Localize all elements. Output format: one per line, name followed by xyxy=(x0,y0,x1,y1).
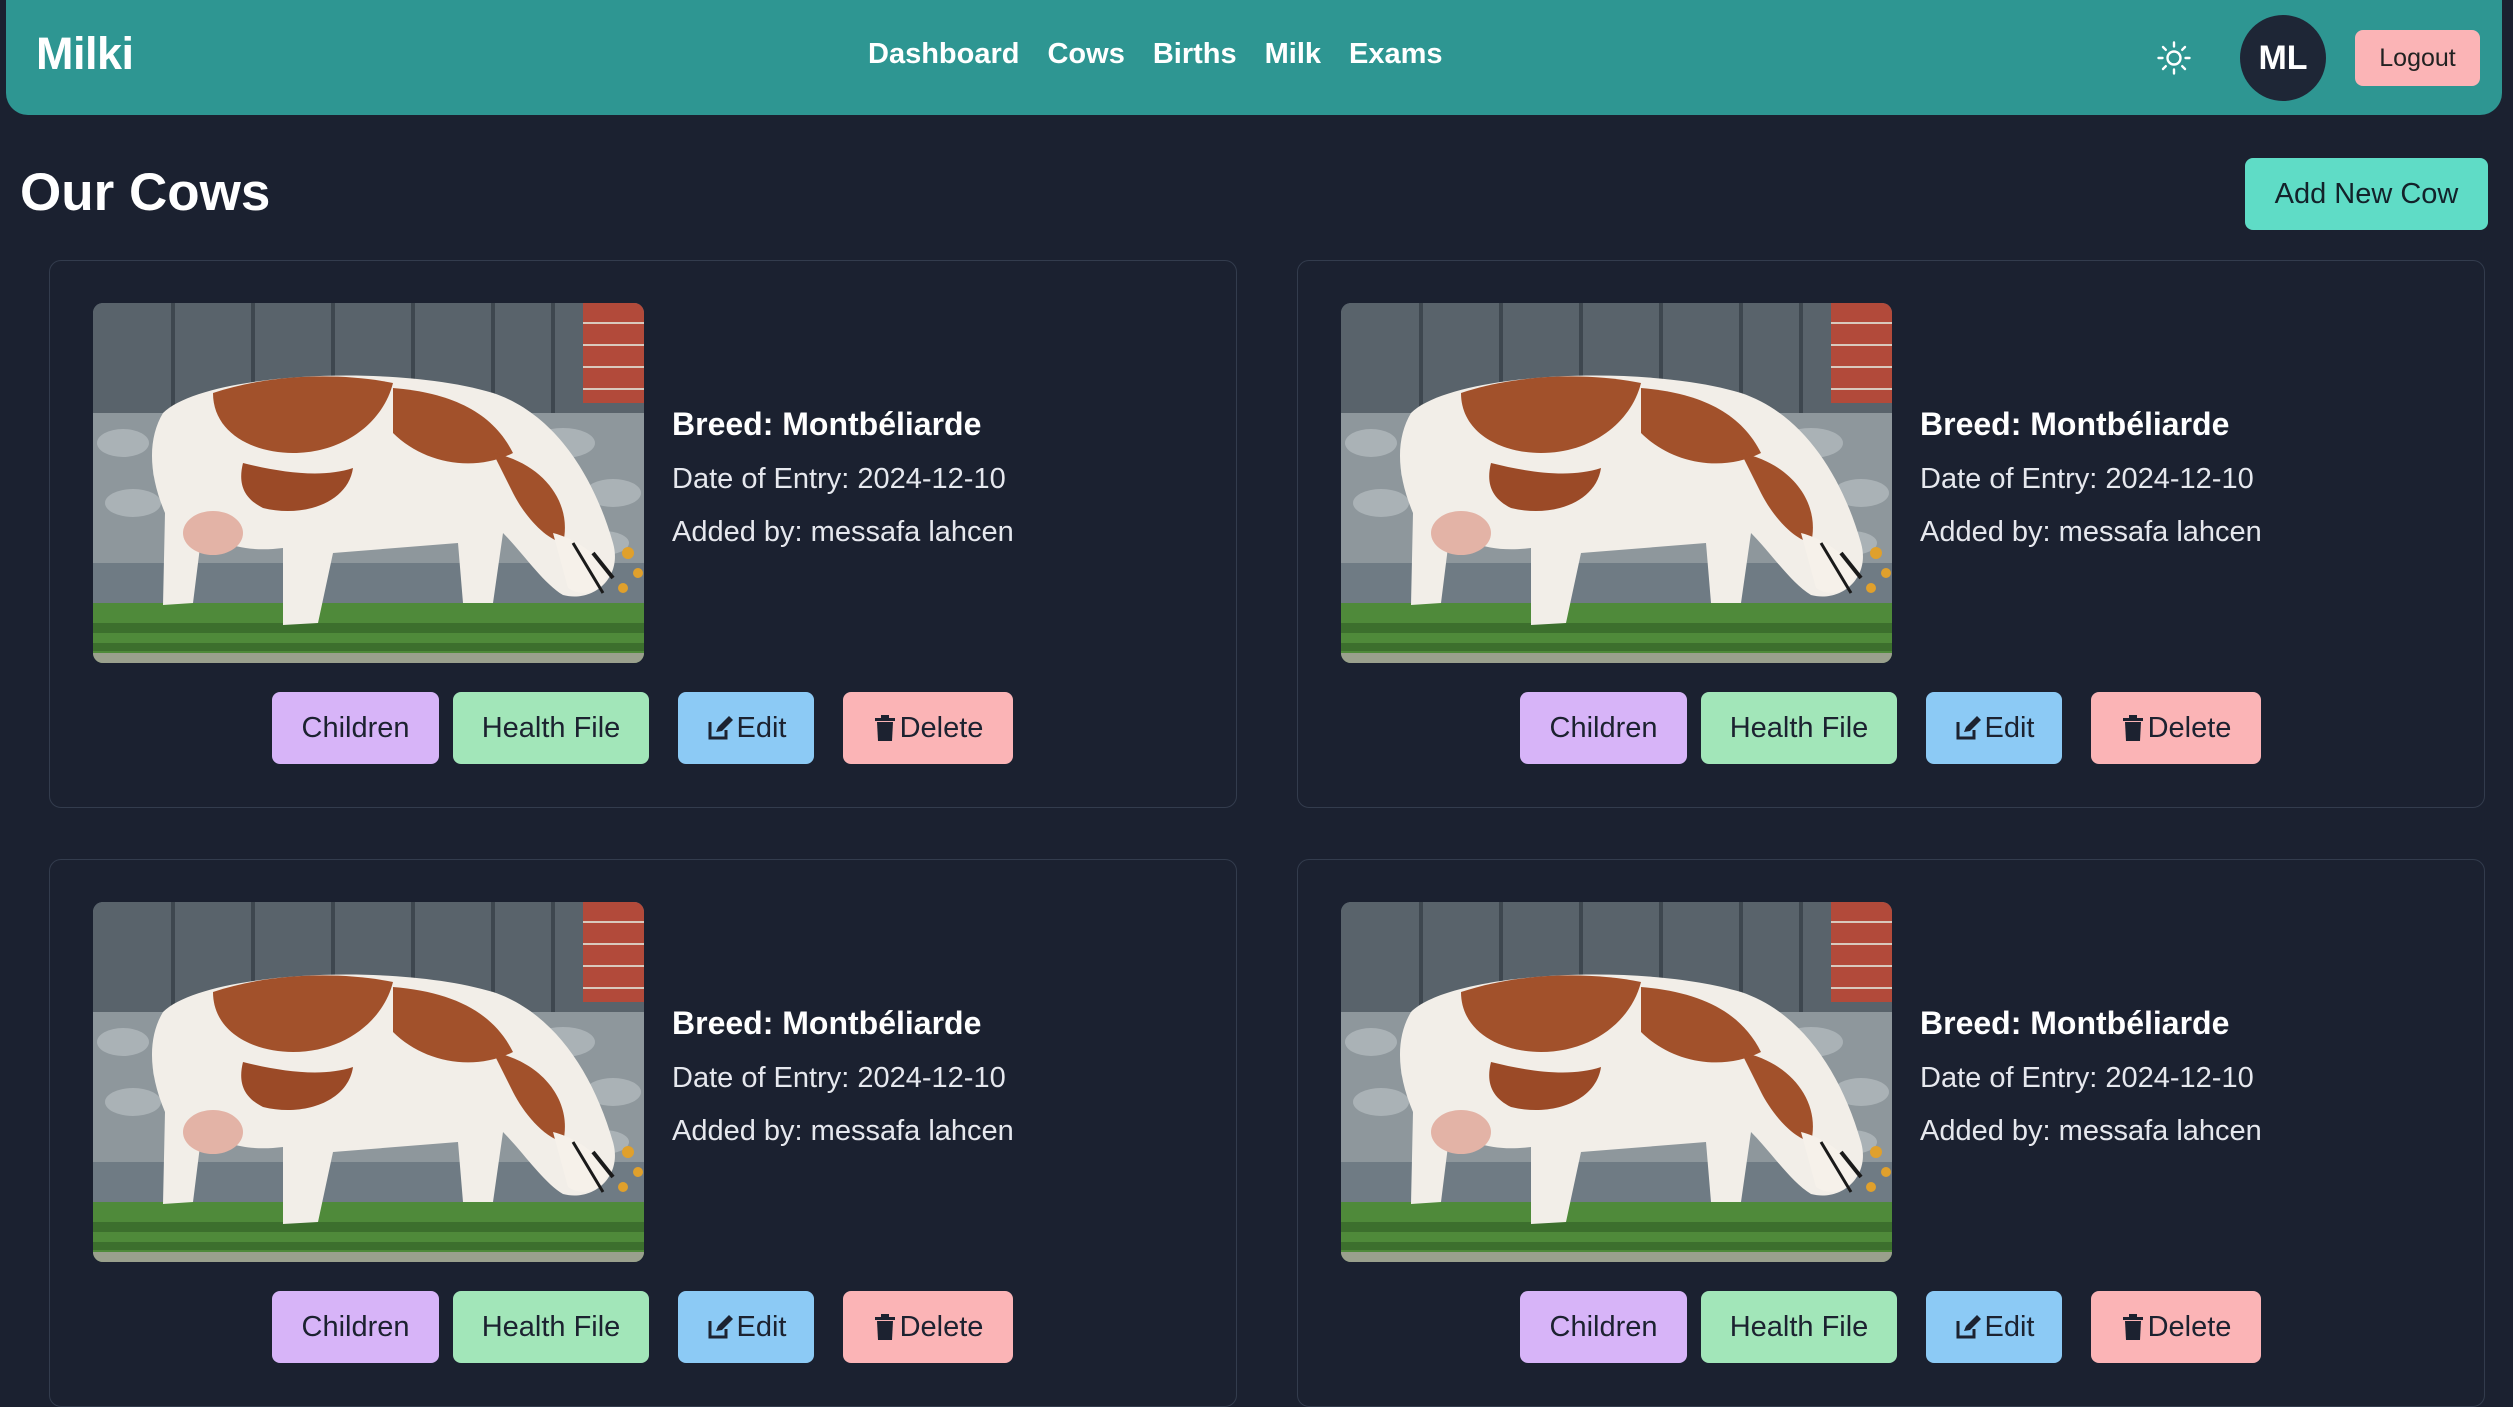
edit-icon xyxy=(708,716,733,740)
cow-entry-date: Date of Entry: 2024-12-10 xyxy=(672,463,1006,495)
health-file-button[interactable]: Health File xyxy=(453,692,649,764)
cow-entry-date: Date of Entry: 2024-12-10 xyxy=(672,1062,1006,1094)
cow-breed: Breed: Montbéliarde xyxy=(1920,406,2230,442)
cow-added-by: Added by: messafa lahcen xyxy=(672,1115,1014,1147)
health-file-button[interactable]: Health File xyxy=(453,1291,649,1363)
edit-label: Edit xyxy=(736,711,787,744)
cow-card: Breed: Montbéliarde Date of Entry: 2024-… xyxy=(49,859,1237,1407)
edit-button[interactable]: Edit xyxy=(678,1291,814,1363)
children-button[interactable]: Children xyxy=(1520,692,1687,764)
health-file-button[interactable]: Health File xyxy=(1701,692,1897,764)
trash-icon xyxy=(874,1314,895,1340)
edit-label: Edit xyxy=(1984,711,2035,744)
delete-button[interactable]: Delete xyxy=(843,1291,1013,1363)
nav-link-exams[interactable]: Exams xyxy=(1349,38,1443,71)
cow-photo xyxy=(93,303,644,663)
nav-link-births[interactable]: Births xyxy=(1153,38,1237,71)
edit-label: Edit xyxy=(1984,1310,2035,1343)
cow-info: Breed: Montbéliarde Date of Entry: 2024-… xyxy=(1920,1005,2262,1168)
cow-entry-date: Date of Entry: 2024-12-10 xyxy=(1920,1062,2254,1094)
sun-icon[interactable] xyxy=(2156,40,2192,76)
cow-info: Breed: Montbéliarde Date of Entry: 2024-… xyxy=(672,1005,1014,1168)
page-title: Our Cows xyxy=(20,163,271,222)
user-avatar[interactable]: ML xyxy=(2240,15,2326,101)
cow-card: Breed: Montbéliarde Date of Entry: 2024-… xyxy=(1297,260,2485,808)
top-navbar: Milki Dashboard Cows Births Milk Exams M… xyxy=(6,0,2502,115)
cow-breed: Breed: Montbéliarde xyxy=(672,406,982,442)
cow-info: Breed: Montbéliarde Date of Entry: 2024-… xyxy=(672,406,1014,569)
delete-button[interactable]: Delete xyxy=(2091,1291,2261,1363)
edit-icon xyxy=(1956,1315,1981,1339)
cow-card: Breed: Montbéliarde Date of Entry: 2024-… xyxy=(49,260,1237,808)
edit-icon xyxy=(1956,716,1981,740)
delete-button[interactable]: Delete xyxy=(2091,692,2261,764)
cow-added-by: Added by: messafa lahcen xyxy=(672,516,1014,548)
trash-icon xyxy=(874,715,895,741)
cow-entry-date: Date of Entry: 2024-12-10 xyxy=(1920,463,2254,495)
cow-added-by: Added by: messafa lahcen xyxy=(1920,516,2262,548)
trash-icon xyxy=(2122,1314,2143,1340)
add-new-cow-button[interactable]: Add New Cow xyxy=(2245,158,2488,230)
logout-button[interactable]: Logout xyxy=(2355,30,2480,86)
delete-label: Delete xyxy=(2147,711,2232,744)
edit-icon xyxy=(708,1315,733,1339)
cow-actions: Children Health File Edit Delete xyxy=(272,692,1013,764)
children-button[interactable]: Children xyxy=(272,692,439,764)
edit-label: Edit xyxy=(736,1310,787,1343)
cow-photo xyxy=(1341,303,1892,663)
children-button[interactable]: Children xyxy=(1520,1291,1687,1363)
delete-label: Delete xyxy=(899,1310,984,1343)
trash-icon xyxy=(2122,715,2143,741)
cow-card: Breed: Montbéliarde Date of Entry: 2024-… xyxy=(1297,859,2485,1407)
main-nav: Dashboard Cows Births Milk Exams xyxy=(868,38,1443,71)
nav-link-cows[interactable]: Cows xyxy=(1047,38,1124,71)
cow-breed: Breed: Montbéliarde xyxy=(1920,1005,2230,1041)
cow-actions: Children Health File Edit Delete xyxy=(1520,692,2261,764)
cow-info: Breed: Montbéliarde Date of Entry: 2024-… xyxy=(1920,406,2262,569)
delete-label: Delete xyxy=(899,711,984,744)
edit-button[interactable]: Edit xyxy=(1926,692,2062,764)
nav-link-dashboard[interactable]: Dashboard xyxy=(868,38,1019,71)
app-logo[interactable]: Milki xyxy=(36,28,134,80)
delete-button[interactable]: Delete xyxy=(843,692,1013,764)
edit-button[interactable]: Edit xyxy=(1926,1291,2062,1363)
cow-actions: Children Health File Edit Delete xyxy=(1520,1291,2261,1363)
nav-link-milk[interactable]: Milk xyxy=(1265,38,1321,71)
cow-actions: Children Health File Edit Delete xyxy=(272,1291,1013,1363)
children-button[interactable]: Children xyxy=(272,1291,439,1363)
cow-photo xyxy=(1341,902,1892,1262)
cow-added-by: Added by: messafa lahcen xyxy=(1920,1115,2262,1147)
health-file-button[interactable]: Health File xyxy=(1701,1291,1897,1363)
cow-photo xyxy=(93,902,644,1262)
cow-breed: Breed: Montbéliarde xyxy=(672,1005,982,1041)
delete-label: Delete xyxy=(2147,1310,2232,1343)
edit-button[interactable]: Edit xyxy=(678,692,814,764)
